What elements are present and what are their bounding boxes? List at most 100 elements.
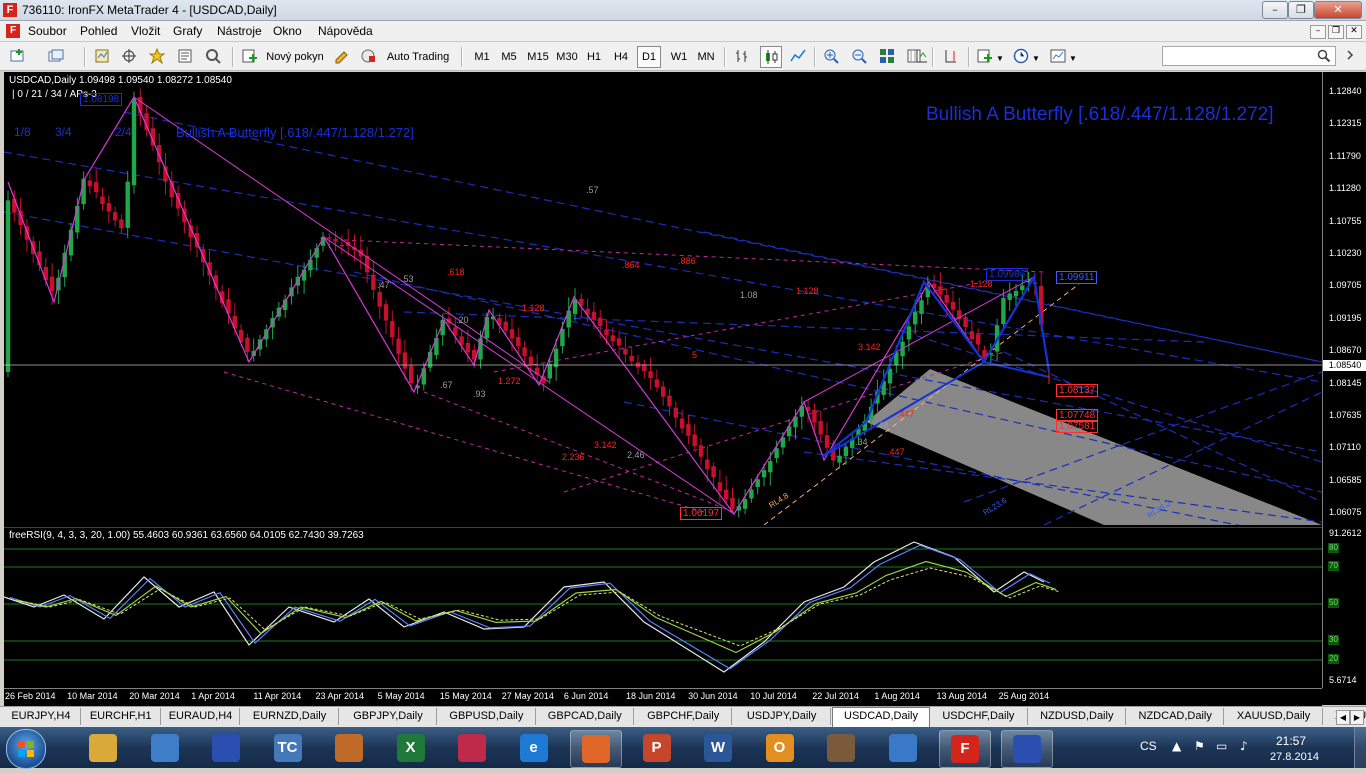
taskbar-powerpoint[interactable]: P — [632, 730, 682, 766]
restore-button[interactable]: ❐ — [1288, 1, 1314, 19]
start-button[interactable] — [6, 729, 46, 769]
menu-nastroje[interactable]: Nástroje — [217, 24, 262, 38]
taskbar-video-player[interactable] — [878, 730, 928, 766]
mdi-minimize-button[interactable]: – — [1310, 25, 1326, 39]
tabs-scroll-right-button[interactable]: ▶ — [1350, 710, 1364, 725]
tray-arrow-icon[interactable]: ▲ — [1172, 739, 1181, 753]
timeframe-h1[interactable]: H1 — [582, 46, 606, 68]
taskbar: TC Xe P W O F CS ▲ ⚑ ▭ ♪ 21:57 27.8.2014 — [0, 727, 1366, 769]
bar-chart-icon[interactable] — [734, 48, 750, 64]
trendline — [4, 211, 1322, 453]
menu-grafy[interactable]: Grafy — [173, 24, 202, 38]
ratio-label: .53 — [401, 274, 414, 284]
taskbar-multimedia-db[interactable] — [324, 730, 374, 766]
mdi-close-button[interactable]: ✕ — [1346, 25, 1362, 39]
taskbar-excel[interactable]: X — [386, 730, 436, 766]
tile-windows-icon[interactable] — [879, 48, 895, 64]
indicators-icon[interactable] — [977, 48, 993, 64]
show-desktop-button[interactable] — [1354, 727, 1366, 768]
tab-eurchf-h1[interactable]: EURCHF,H1 — [82, 708, 161, 725]
price-box-right-1: 1.09911 — [1056, 271, 1098, 284]
tab-usdcad-daily[interactable]: USDCAD,Daily — [831, 707, 931, 727]
taskbar-word[interactable]: W — [693, 730, 743, 766]
monitor-icon[interactable]: ▭ — [1216, 739, 1227, 753]
candle-body — [327, 237, 332, 239]
minimize-button[interactable]: – — [1262, 1, 1288, 19]
taskbar-outlook[interactable]: O — [755, 730, 805, 766]
indicators-dropdown-icon[interactable]: ▼ — [996, 54, 1004, 63]
timeframe-d1[interactable]: D1 — [637, 46, 661, 68]
taskbar-internet-explorer[interactable]: e — [509, 730, 559, 766]
templates-icon[interactable] — [1050, 48, 1066, 64]
tab-euraud-h4[interactable]: EURAUD,H4 — [162, 708, 241, 725]
taskbar-firefox[interactable] — [570, 730, 622, 768]
search-icon[interactable] — [1317, 49, 1331, 63]
line-chart-icon[interactable] — [790, 48, 806, 64]
toolbar-chevron[interactable] — [1340, 45, 1360, 65]
chart-window-icon[interactable]: F — [6, 24, 20, 38]
auto-trading-button[interactable]: Auto Trading — [380, 46, 456, 68]
taskbar-presentation-viewer[interactable] — [140, 730, 190, 766]
timeframe-w1[interactable]: W1 — [666, 46, 692, 68]
candle-body — [465, 342, 471, 353]
taskbar-tc-commander[interactable]: TC — [263, 730, 313, 766]
chart-shift-icon[interactable] — [943, 48, 959, 64]
clock-date[interactable]: 27.8.2014 — [1270, 751, 1319, 763]
zoom-out-icon[interactable] — [851, 48, 867, 64]
rsi-chart[interactable] — [4, 527, 1322, 687]
timeframe-m15[interactable]: M15 — [524, 46, 552, 68]
candlestick-button[interactable] — [760, 46, 782, 68]
rsi-header: freeRSI(9, 4, 3, 3, 20, 1.00) 55.4603 60… — [9, 530, 364, 541]
tab-nzdusd-daily[interactable]: NZDUSD,Daily — [1029, 708, 1126, 725]
tab-xauusd-daily[interactable]: XAUUSD,Daily — [1225, 708, 1323, 725]
clock-icon[interactable] — [1013, 48, 1029, 64]
timeframe-mn[interactable]: MN — [693, 46, 719, 68]
menu-soubor[interactable]: Soubor — [28, 24, 67, 38]
tab-gbpchf-daily[interactable]: GBPCHF,Daily — [635, 708, 733, 725]
metaeditor-icon[interactable] — [334, 48, 350, 64]
tabs-scroll-left-button[interactable]: ◀ — [1336, 710, 1350, 725]
profiles-icon[interactable] — [48, 48, 64, 64]
new-order-button[interactable]: Nový pokyn — [260, 46, 330, 68]
taskbar-cash-register[interactable] — [816, 730, 866, 766]
menu-okno[interactable]: Okno — [273, 24, 302, 38]
tester-icon[interactable] — [205, 48, 221, 64]
auto-scroll-icon[interactable] — [914, 48, 930, 64]
clock-time[interactable]: 21:57 — [1276, 734, 1306, 748]
menu-vlozit[interactable]: Vložit — [131, 24, 160, 38]
language-indicator[interactable]: CS — [1140, 739, 1157, 753]
tab-usdchf-daily[interactable]: USDCHF,Daily — [930, 708, 1028, 725]
network-icon[interactable]: ⚑ — [1194, 739, 1205, 753]
close-button[interactable]: ✕ — [1314, 1, 1362, 19]
tab-gbpcad-daily[interactable]: GBPCAD,Daily — [537, 708, 634, 725]
taskbar-windows-explorer[interactable] — [78, 730, 128, 766]
price-axis[interactable]: 1.12840 1.12315 1.11790 1.11280 1.10755 1.102… — [1322, 72, 1366, 688]
periodicity-dropdown-icon[interactable]: ▼ — [1032, 54, 1040, 63]
timeframe-m5[interactable]: M5 — [497, 46, 521, 68]
market-watch-icon[interactable] — [94, 48, 110, 64]
tab-nzdcad-daily[interactable]: NZDCAD,Daily — [1127, 708, 1225, 725]
timeframe-m1[interactable]: M1 — [470, 46, 494, 68]
search-input[interactable] — [1162, 46, 1336, 66]
menu-napoveda[interactable]: Nápověda — [318, 24, 373, 38]
menu-pohled[interactable]: Pohled — [80, 24, 117, 38]
mdi-restore-button[interactable]: ❐ — [1328, 25, 1344, 39]
volume-icon[interactable]: ♪ — [1240, 739, 1248, 753]
new-chart-icon[interactable] — [10, 48, 26, 64]
terminal-icon[interactable] — [177, 48, 193, 64]
templates-dropdown-icon[interactable]: ▼ — [1069, 54, 1077, 63]
taskbar-save-disk[interactable] — [201, 730, 251, 766]
zoom-in-icon[interactable] — [823, 48, 839, 64]
crosshair-icon[interactable] — [121, 48, 137, 64]
tab-gbpjpy-daily[interactable]: GBPJPY,Daily — [340, 708, 438, 725]
timeframe-h4[interactable]: H4 — [609, 46, 633, 68]
tab-gbpusd-daily[interactable]: GBPUSD,Daily — [438, 708, 536, 725]
taskbar-teamviewer[interactable] — [1000, 730, 1053, 768]
taskbar-health-app[interactable] — [447, 730, 497, 766]
navigator-icon[interactable] — [149, 48, 165, 64]
tab-eurjpy-h4[interactable]: EURJPY,H4 — [2, 708, 81, 725]
tab-usdjpy-daily[interactable]: USDJPY,Daily — [733, 708, 831, 725]
timeframe-m30[interactable]: M30 — [553, 46, 581, 68]
taskbar-metatrader-f[interactable]: F — [939, 730, 991, 768]
tab-eurnzd-daily[interactable]: EURNZD,Daily — [241, 708, 339, 725]
